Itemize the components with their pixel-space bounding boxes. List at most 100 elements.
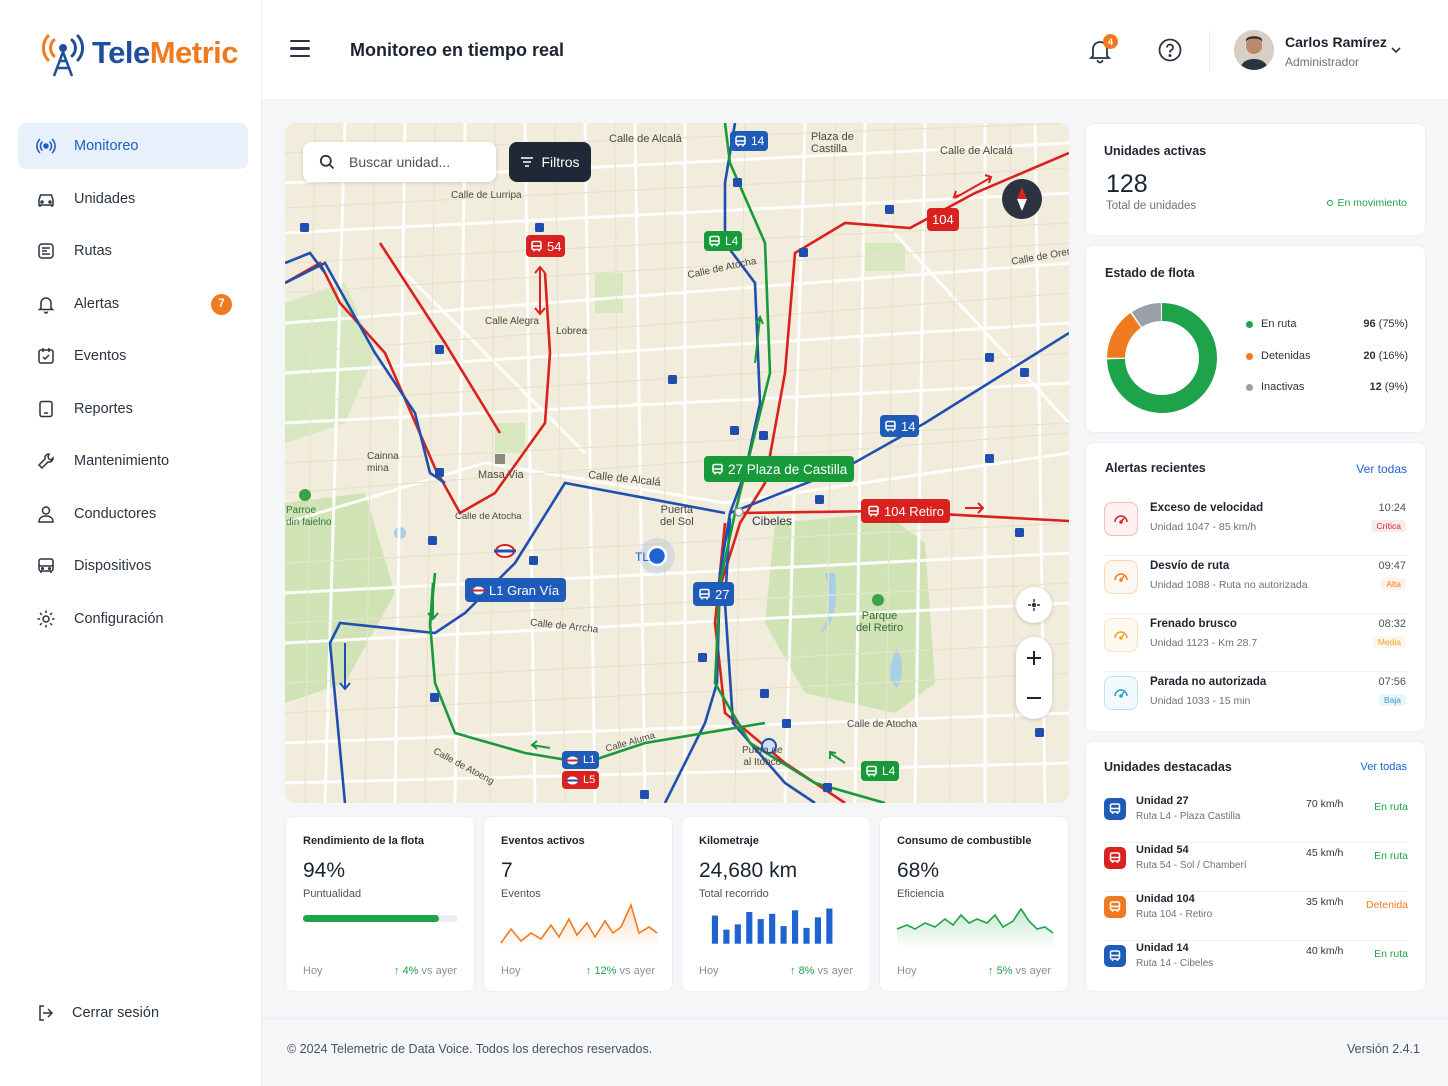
kpi-card-fleet-performance: Rendimiento de la flota 94% Puntualidad … [285,816,475,992]
featured-unit-item[interactable]: Unidad 54 Ruta 54 - Sol / Chamberí 45 km/h… [1104,844,1408,892]
featured-unit-item[interactable]: Unidad 14 Ruta 14 - Cibeles 40 km/h En ruta [1104,942,1408,990]
unauthorized-stop-icon [1114,689,1128,698]
footer-version: Versión 2.4.1 [1347,1042,1420,1056]
sidebar-item-conductores[interactable]: Conductores [18,491,248,537]
chevron-down-icon[interactable] [1390,44,1402,56]
route-badge-14[interactable]: 14 [730,131,769,151]
sidebar-item-reportes[interactable]: Reportes [18,386,248,432]
route-badge-27[interactable]: 27 [693,582,735,606]
antenna-logo-icon [41,34,85,77]
bus-icon [712,463,723,474]
legend-pct: (75%) [1378,318,1408,330]
card-title: Alertas recientes [1105,461,1206,475]
alert-item[interactable]: Frenado brusco Unidad 1123 - Km 28.7 08:32… [1104,614,1408,672]
sidebar-item-monitoreo[interactable]: Monitoreo [18,123,248,169]
place-label: Puerta del Sol [660,504,694,528]
sidebar-item-alertas[interactable]: Alertas 7 [18,281,248,327]
kpi-change-pct: 4% [402,965,419,977]
brand-logo[interactable]: TeleMetric [40,28,239,78]
user-icon [38,505,54,523]
bus-icon [1109,950,1121,961]
locate-button[interactable] [1016,587,1052,623]
user-name[interactable]: Carlos Ramírez [1285,34,1387,50]
help-icon[interactable] [1158,38,1182,62]
sidebar-nav: Monitoreo Unidades Rutas Alertas 7 Event… [18,123,248,648]
route-badge-granvia[interactable]: L1 Gran Vía [465,578,567,602]
compass-button[interactable] [1002,179,1042,219]
alert-item[interactable]: Desvío de ruta Unidad 1088 - Ruta no auto… [1104,556,1408,614]
map-search-input[interactable]: Buscar unidad... [303,142,496,182]
bus-icon [885,420,896,431]
sidebar-item-mantenimiento[interactable]: Mantenimiento [18,438,248,484]
unit-route: Ruta 54 - Sol / Chamberí [1136,860,1247,871]
sidebar-item-eventos[interactable]: Eventos [18,333,248,379]
zoom-in-button[interactable] [1027,638,1041,678]
hard-brake-icon [1114,631,1128,640]
kpi-subtitle: Total recorrido [699,888,769,900]
badge-label: L1 Gran Vía [489,582,560,598]
legend-label: Detenidas [1261,350,1311,362]
kpi-change-pct: 12% [594,965,617,977]
alert-item[interactable]: Exceso de velocidad Unidad 1047 - 85 km/h… [1104,498,1408,556]
metro-icon [472,586,485,594]
sidebar-item-dispositivos[interactable]: Dispositivos [18,543,248,589]
car-icon [38,193,54,207]
filters-button[interactable]: Filtros [509,142,591,182]
bus-icon [531,240,542,251]
calendar-icon [38,348,54,364]
unit-speed: 70 km/h [1306,798,1344,810]
route-badge-104[interactable]: 104 [927,208,959,231]
menu-toggle-button[interactable] [290,40,310,58]
card-title: Unidades destacadas [1104,760,1232,774]
kpi-change: ↑ 12% vs ayer [586,965,655,977]
unit-route: Ruta L4 - Plaza Castilla [1136,811,1241,822]
legend-label: Inactivas [1261,381,1305,393]
route-badge-retiro[interactable]: 104 Retiro [861,499,950,523]
punctuality-progress-bar [303,915,458,922]
legend-pct: (9%) [1384,381,1408,393]
unit-icon-box [1104,945,1126,967]
route-badge-l4-bottom[interactable]: L4 [861,761,900,781]
view-all-units-link[interactable]: Ver todas [1361,761,1407,773]
alert-item[interactable]: Parada no autorizada Unidad 1033 - 15 min… [1104,672,1408,730]
route-badge-l4[interactable]: L4 [704,231,743,251]
badge-label: 14 [751,134,765,148]
compass-icon [1017,187,1027,211]
sidebar-item-label: Reportes [74,400,133,417]
severity-badge: Alta [1381,578,1406,590]
route-badge-l1[interactable]: L1 [562,751,600,769]
route-deviation-icon [1114,573,1128,582]
kpi-value: 24,680 km [699,859,798,882]
route-badge-l5[interactable]: L5 [562,771,600,789]
live-map[interactable]: Calle de Alcalá Plaza de Castilla Calle … [285,123,1069,803]
legend-count: 20 [1363,350,1376,362]
unit-speed: 40 km/h [1306,945,1344,957]
featured-unit-item[interactable]: Unidad 104 Ruta 104 - Retiro 35 km/h Deteni… [1104,893,1408,941]
zoom-out-button[interactable] [1027,678,1041,718]
kpi-title: Kilometraje [699,835,759,847]
sidebar-item-label: Mantenimiento [74,453,170,469]
place-label: Puera de al Itobco [742,745,783,768]
footer-copyright: © 2024 Telemetric de Data Voice. Todos l… [287,1042,653,1056]
sidebar-item-rutas[interactable]: Rutas [18,228,248,274]
legend-value: 96 (75%) [1363,318,1408,330]
featured-unit-item[interactable]: Unidad 27 Ruta L4 - Plaza Castilla 70 km/h… [1104,795,1408,843]
view-all-alerts-link[interactable]: Ver todas [1356,462,1407,476]
movement-status: En movimiento [1326,197,1407,209]
kpi-change-vs: vs ayer [619,965,655,977]
route-badge-54[interactable]: 54 [526,235,566,257]
place-label: Cainna mina [367,451,399,474]
user-avatar[interactable] [1234,30,1274,70]
bus-icon [1109,852,1121,863]
active-units-value: 128 [1106,170,1148,198]
sidebar-item-configuracion[interactable]: Configuración [18,596,248,642]
active-units-subtitle: Total de unidades [1106,200,1197,212]
sidebar-item-unidades[interactable]: Unidades [18,176,248,222]
route-badge-14-mid[interactable]: 14 [880,415,920,437]
route-badge-castilla[interactable]: 27 Plaza de Castilla [704,456,855,482]
logout-button[interactable]: Cerrar sesión [36,1003,159,1023]
alert-icon-box [1104,502,1138,536]
crosshair-icon [1028,599,1040,611]
featured-units-card: Unidades destacadas Ver todas Unidad 27 R… [1085,741,1426,992]
kpi-change-value: ↑ 4% [394,965,419,977]
